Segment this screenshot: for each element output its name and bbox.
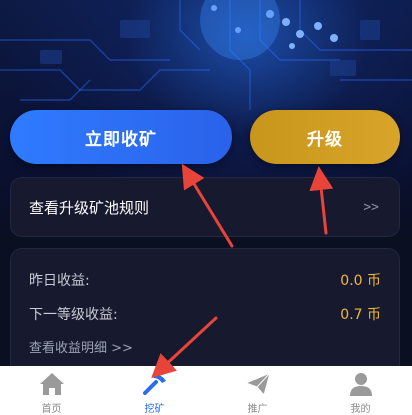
earnings-card: 昨日收益: 0.0 币 下一等级收益: 0.7 币 查看收益明细 >> xyxy=(10,248,400,378)
yesterday-earnings-value: 0.0 币 xyxy=(340,273,381,289)
upgrade-button[interactable]: 升级 xyxy=(250,110,400,164)
collect-now-label: 立即收矿 xyxy=(85,129,157,150)
next-level-earnings-label: 下一等级收益: xyxy=(29,307,118,323)
tab-mining[interactable]: 挖矿 xyxy=(115,370,195,415)
pool-rules-link[interactable]: 查看升级矿池规则 >> xyxy=(10,177,400,237)
tab-home[interactable]: 首页 xyxy=(12,370,92,415)
collect-now-button[interactable]: 立即收矿 xyxy=(10,110,232,164)
double-chevron-icon: >> xyxy=(363,199,379,215)
user-icon xyxy=(347,370,375,398)
tab-mining-label: 挖矿 xyxy=(144,404,165,415)
upgrade-label: 升级 xyxy=(307,129,343,150)
yesterday-earnings-label: 昨日收益: xyxy=(29,273,90,289)
next-level-earnings-value: 0.7 币 xyxy=(340,307,381,323)
paper-plane-icon xyxy=(244,370,272,398)
home-icon xyxy=(38,370,66,398)
tab-profile[interactable]: 我的 xyxy=(321,370,401,415)
earnings-row-next-level: 下一等级收益: 0.7 币 xyxy=(29,297,381,331)
tab-promote[interactable]: 推广 xyxy=(218,370,298,415)
tab-promote-label: 推广 xyxy=(247,404,268,415)
tab-profile-label: 我的 xyxy=(350,404,371,415)
bottom-tab-bar: 首页 挖矿 推广 我的 xyxy=(0,366,412,415)
tab-home-label: 首页 xyxy=(41,404,62,415)
earnings-row-yesterday: 昨日收益: 0.0 币 xyxy=(29,263,381,297)
pickaxe-icon xyxy=(141,370,169,398)
pool-rules-label: 查看升级矿池规则 xyxy=(29,198,150,217)
earnings-detail-link[interactable]: 查看收益明细 >> xyxy=(29,337,381,356)
